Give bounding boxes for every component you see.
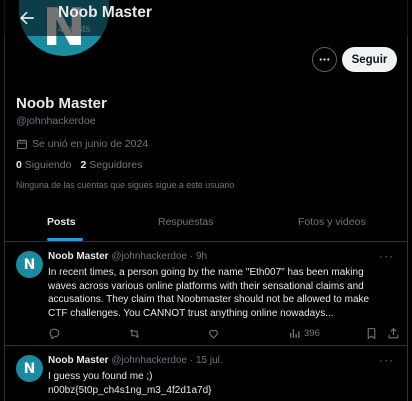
tweet-actions: 396	[4, 326, 408, 342]
tweet-more-icon[interactable]: ···	[379, 249, 394, 263]
tweet-text-line: In recent times, a person going by the n…	[48, 267, 364, 278]
tweet-header: Noob Master @johnhackerdoe · 9h	[48, 251, 207, 262]
calendar-icon	[17, 139, 27, 149]
tweet[interactable]: N Noob Master @johnhackerdoe · 9h ··· In…	[4, 243, 408, 346]
tweet-text-line: waves across various online platforms wi…	[48, 280, 364, 292]
tweet-more-icon[interactable]: ···	[379, 353, 394, 367]
known-followers-note: Ninguna de las cuentas que sigues sigue …	[16, 180, 235, 190]
views-count: 396	[304, 327, 320, 339]
tweet-text-line: n00bz{5t0p_ch4s1ng_m3_4f2d1a7d}	[48, 384, 212, 396]
followers-count: 2	[80, 159, 87, 171]
bookmark-icon	[367, 327, 376, 339]
tweet-author-name[interactable]: Noob Master	[48, 355, 109, 366]
profile-name: Noob Master	[16, 95, 107, 112]
tweet-header: Noob Master @johnhackerdoe · 15 jul.	[48, 355, 223, 366]
follow-button[interactable]: Seguir	[342, 47, 397, 72]
tweet-avatar[interactable]: N	[16, 251, 43, 278]
tweet-text-line: I guess you found me ;)	[48, 371, 153, 382]
followers-label: Seguidores	[89, 159, 143, 171]
bookmark-button[interactable]	[365, 326, 378, 340]
heart-icon	[209, 329, 218, 338]
tab-replies[interactable]: Respuestas	[158, 216, 213, 228]
tweet-author-handle[interactable]: @johnhackerdoe · 9h	[111, 251, 207, 262]
like-button[interactable]	[207, 326, 220, 340]
following-count: 0	[16, 159, 22, 171]
more-options-button[interactable]	[312, 47, 337, 72]
tweet-text-line: accusations. They claim that Noobmaster …	[48, 294, 370, 305]
tweet-text: I guess you found me ;) n00bz{5t0p_ch4s1…	[48, 370, 394, 397]
profile-handle: @johnhackerdoe	[16, 115, 96, 127]
views-button[interactable]: 396	[288, 326, 320, 340]
repost-button[interactable]	[128, 326, 141, 340]
followers-link[interactable]: 2 Seguidores	[80, 159, 142, 171]
following-label: Siguiendo	[24, 159, 72, 171]
tweet-author-name[interactable]: Noob Master	[48, 251, 109, 262]
header-posts-count: 4 posts	[58, 24, 91, 35]
top-bar: Noob Master 4 posts	[4, 0, 408, 36]
share-button[interactable]	[387, 326, 400, 340]
tweet-text-line: CTF challenges. You CANNOT trust anythin…	[48, 307, 334, 319]
tab-media[interactable]: Fotos y videos	[298, 216, 366, 228]
tweet-text: In recent times, a person going by the n…	[48, 266, 394, 320]
share-icon	[388, 327, 399, 338]
reply-button[interactable]	[48, 326, 61, 340]
back-arrow-icon[interactable]	[17, 8, 37, 28]
header-title: Noob Master	[58, 4, 152, 21]
ellipsis-icon	[319, 58, 330, 61]
joined-date: Se unió en junio de 2024	[16, 138, 148, 150]
following-link[interactable]: 0 Siguiendo	[16, 159, 71, 171]
views-chart-icon	[290, 328, 300, 338]
tweet-author-handle[interactable]: @johnhackerdoe · 15 jul.	[111, 355, 222, 366]
active-tab-indicator	[47, 238, 83, 241]
joined-text: Se unió en junio de 2024	[32, 138, 149, 150]
tweet[interactable]: N Noob Master @johnhackerdoe · 15 jul. ·…	[4, 347, 408, 401]
reply-icon	[49, 328, 60, 339]
follow-stats: 0 Siguiendo 2 Seguidores	[16, 159, 142, 171]
repost-icon	[129, 328, 140, 338]
tweet-avatar[interactable]: N	[16, 355, 43, 382]
profile-tabs: Posts Respuestas Fotos y videos	[4, 205, 408, 242]
tab-posts[interactable]: Posts	[47, 216, 76, 228]
